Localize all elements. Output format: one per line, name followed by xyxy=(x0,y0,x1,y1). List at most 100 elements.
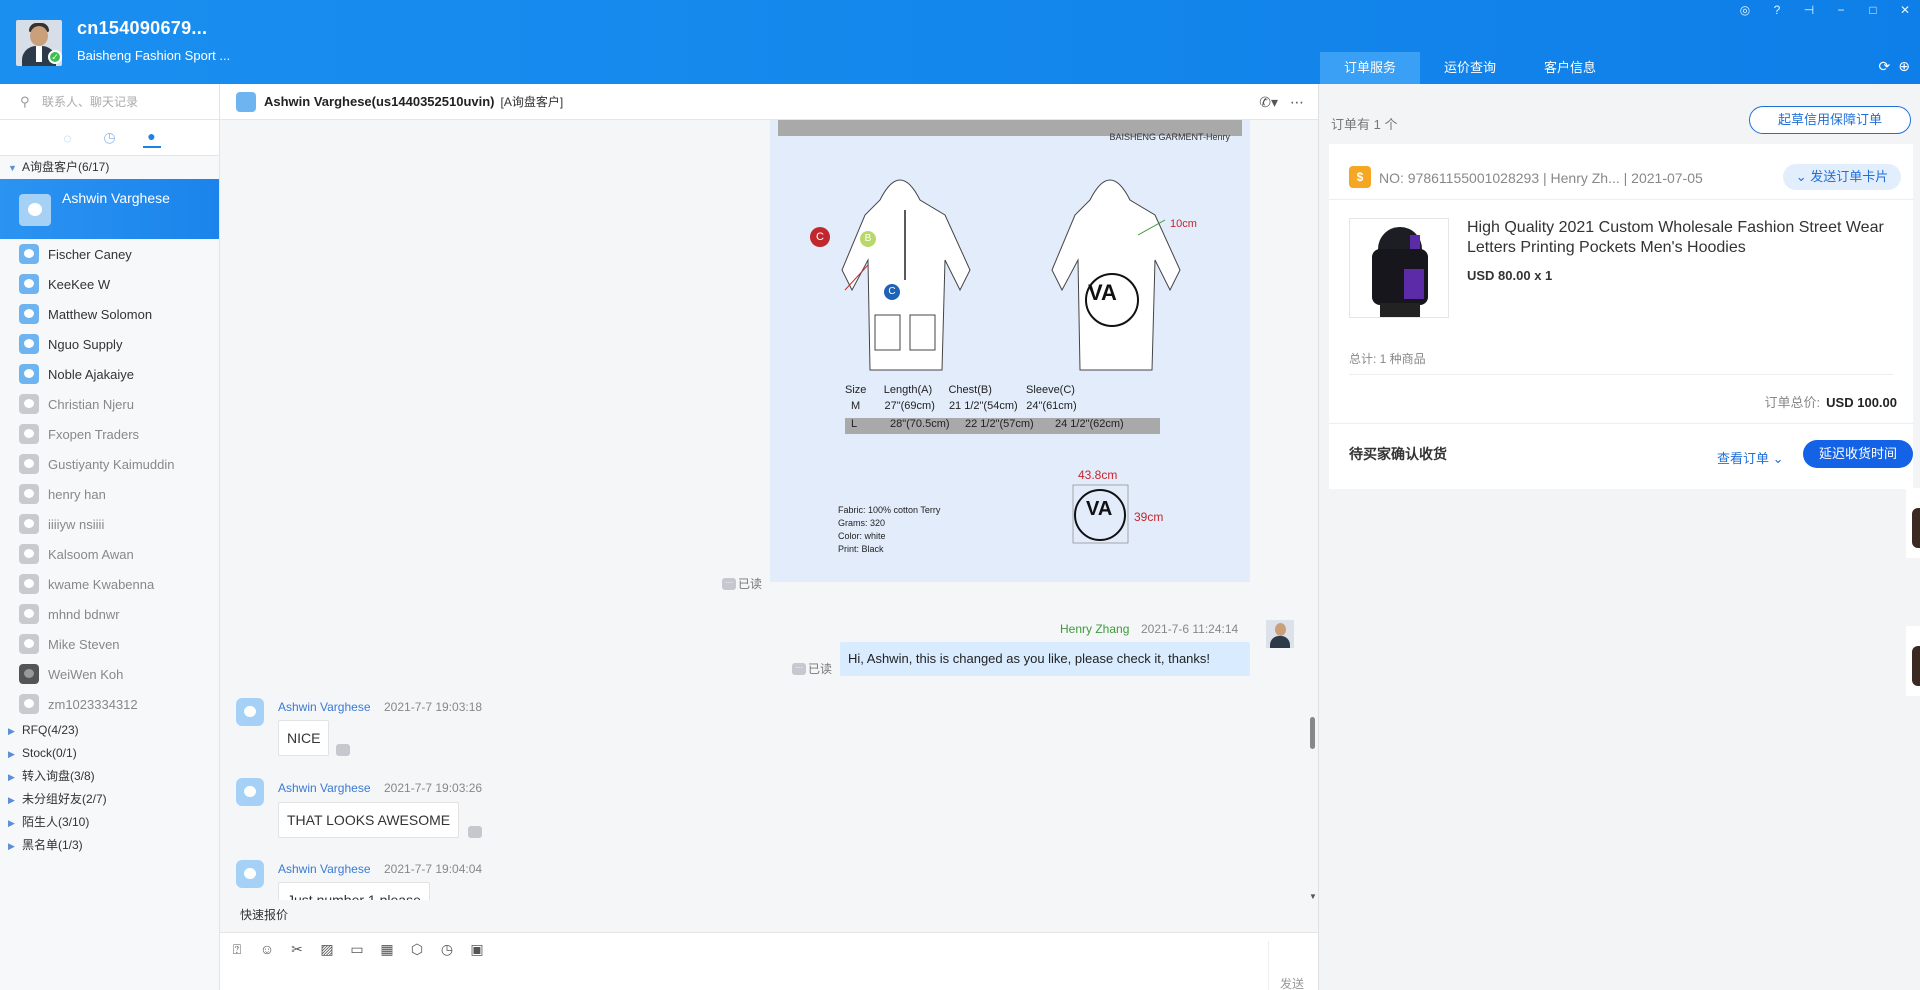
my-message-avatar xyxy=(1266,620,1294,648)
send-order-card-button[interactable]: ⌄ 发送订单卡片 xyxy=(1783,164,1901,190)
chat-contact-name: Ashwin Varghese(us1440352510uvin) xyxy=(264,94,495,109)
contact-item[interactable]: KeeKee W xyxy=(0,269,219,299)
my-company-name: Baisheng Fashion Sport ... xyxy=(77,48,231,63)
image-icon[interactable]: ▨ xyxy=(318,941,336,958)
incoming-bubble[interactable]: NICE xyxy=(278,720,330,756)
contact-item[interactable]: Nguo Supply xyxy=(0,329,219,359)
settings-icon[interactable]: ◎ xyxy=(1738,3,1752,17)
add-icon[interactable]: ⊕ xyxy=(1898,58,1910,75)
product-image[interactable] xyxy=(1349,218,1449,318)
floating-avatar[interactable] xyxy=(1906,626,1920,696)
contact-group-header[interactable]: ▶ 陌生人(3/10) xyxy=(0,811,219,834)
card-icon[interactable]: ▣ xyxy=(468,941,486,958)
message-list[interactable]: BAISHENG GARMENT-Henry C B C 10cm VA Siz… xyxy=(220,120,1318,900)
contact-group-header[interactable]: ▶ 黑名单(1/3) xyxy=(0,834,219,857)
contact-group-header[interactable]: ▶ 转入询盘(3/8) xyxy=(0,765,219,788)
search-bar[interactable]: ⚲ 联系人、聊天记录 xyxy=(0,84,219,120)
incoming-avatar xyxy=(236,698,264,726)
scroll-down-icon[interactable]: ▼ xyxy=(1309,892,1317,901)
contact-item[interactable]: Matthew Solomon xyxy=(0,299,219,329)
help-icon[interactable]: ? xyxy=(1770,3,1784,17)
dim-b-marker: B xyxy=(860,231,876,247)
contact-name: iiiiyw nsiiii xyxy=(48,516,105,532)
view-order-link[interactable]: 查看订单 ⌄ xyxy=(1717,448,1784,467)
contacts-tab-icon[interactable]: ● xyxy=(142,128,161,148)
delay-receipt-button[interactable]: 延迟收货时间 xyxy=(1803,440,1913,468)
contact-item[interactable]: henry han xyxy=(0,479,219,509)
contact-group-header[interactable]: ▶ Stock(0/1) xyxy=(0,742,219,765)
window-controls: ◎ ? ⊣ − □ ✕ xyxy=(1738,3,1912,17)
contact-avatar xyxy=(19,244,39,264)
message-menu-icon[interactable] xyxy=(468,826,482,838)
product-count: 总计: 1 种商品 xyxy=(1349,352,1426,366)
online-status-icon: ✓ xyxy=(48,50,62,64)
chat-contact-tag: [A询盘客户] xyxy=(500,95,564,109)
contact-item[interactable]: Kalsoom Awan xyxy=(0,539,219,569)
contact-item[interactable]: Mike Steven xyxy=(0,629,219,659)
contact-avatar xyxy=(19,604,39,624)
tab-customer-info[interactable]: 客户信息 xyxy=(1520,52,1620,84)
maximize-icon[interactable]: □ xyxy=(1866,3,1880,17)
tab-order-service[interactable]: 订单服务 xyxy=(1320,52,1420,84)
contact-avatar xyxy=(19,694,39,714)
contact-item[interactable]: Christian Njeru xyxy=(0,389,219,419)
close-icon[interactable]: ✕ xyxy=(1898,3,1912,17)
chat-header: Ashwin Varghese(us1440352510uvin) [A询盘客户… xyxy=(220,84,1318,120)
right-panel-tabs: 订单服务 运价查询 客户信息 xyxy=(1320,52,1620,84)
contact-avatar xyxy=(19,544,39,564)
scissors-icon[interactable]: ✂ xyxy=(288,941,306,958)
caret-right-icon: ▶ xyxy=(8,795,15,805)
chat-panel: Ashwin Varghese(us1440352510uvin) [A询盘客户… xyxy=(220,84,1318,990)
incoming-bubble[interactable]: THAT LOOKS AWESOME xyxy=(278,802,460,838)
search-input[interactable]: 联系人、聊天记录 xyxy=(42,93,138,110)
contact-avatar xyxy=(19,334,39,354)
contact-item[interactable]: Gustiyanty Kaimuddin xyxy=(0,449,219,479)
history-tab-icon[interactable]: ◷ xyxy=(101,129,119,146)
contact-item[interactable]: Fxopen Traders xyxy=(0,419,219,449)
quote-icon[interactable]: ⍰ xyxy=(228,941,246,958)
calculator-icon[interactable]: ▦ xyxy=(378,941,396,958)
contact-group-header[interactable]: ▶ 未分组好友(2/7) xyxy=(0,788,219,811)
call-icon[interactable]: ✆▾ xyxy=(1259,94,1278,111)
quick-quote-button[interactable]: 快速报价 xyxy=(240,906,288,923)
pin-icon[interactable]: ⊣ xyxy=(1802,3,1816,17)
contact-item[interactable]: Noble Ajakaiye xyxy=(0,359,219,389)
incoming-sender: Ashwin Varghese xyxy=(278,781,371,795)
dim-back-label: 10cm xyxy=(1170,218,1197,230)
product-title[interactable]: High Quality 2021 Custom Wholesale Fashi… xyxy=(1467,218,1887,258)
my-message-bubble[interactable]: Hi, Ashwin, this is changed as you like,… xyxy=(840,642,1250,676)
product-price: USD 80.00 x 1 xyxy=(1467,268,1553,283)
contact-group-header[interactable]: ▼ A询盘客户(6/17) xyxy=(0,156,219,179)
contact-item[interactable]: WeiWen Koh xyxy=(0,659,219,689)
chat-tab-icon[interactable]: ◌ xyxy=(59,130,77,146)
contact-name: Mike Steven xyxy=(48,636,120,652)
message-menu-icon[interactable] xyxy=(336,744,350,756)
minimize-icon[interactable]: − xyxy=(1834,3,1848,17)
emoji-icon[interactable]: ☺ xyxy=(258,941,276,958)
floating-avatar[interactable] xyxy=(1906,488,1920,558)
contact-group-header[interactable]: ▶ RFQ(4/23) xyxy=(0,719,219,742)
tab-freight-query[interactable]: 运价查询 xyxy=(1420,52,1520,84)
contact-item[interactable]: Fischer Caney xyxy=(0,239,219,269)
contact-item[interactable]: kwame Kwabenna xyxy=(0,569,219,599)
chat-scrollbar[interactable] xyxy=(1310,717,1315,749)
contact-avatar xyxy=(19,364,39,384)
my-account-name: cn154090679... xyxy=(77,18,208,38)
folder-icon[interactable]: ▭ xyxy=(348,941,366,958)
contact-item[interactable]: iiiiyw nsiiii xyxy=(0,509,219,539)
chat-contact-avatar xyxy=(236,91,256,112)
refresh-icon[interactable]: ⟳ xyxy=(1879,58,1891,75)
contact-item[interactable]: zm1023334312 xyxy=(0,689,219,719)
caret-right-icon: ▶ xyxy=(8,726,15,736)
incoming-bubble[interactable]: Just number 1 please xyxy=(278,882,430,900)
more-icon[interactable]: ⋯ xyxy=(1290,94,1304,111)
contact-item-selected[interactable]: Ashwin Varghese xyxy=(0,179,219,239)
clock-icon[interactable]: ◷ xyxy=(438,941,456,958)
contact-item[interactable]: mhnd bdnwr xyxy=(0,599,219,629)
send-button[interactable]: 发送 xyxy=(1280,975,1304,990)
caret-down-icon: ▼ xyxy=(8,163,17,173)
size-chart-image[interactable]: BAISHENG GARMENT-Henry C B C 10cm VA Siz… xyxy=(770,120,1250,582)
box-icon[interactable]: ⬡ xyxy=(408,941,426,958)
draft-order-button[interactable]: 起草信用保障订单 xyxy=(1749,106,1911,134)
contact-name: mhnd bdnwr xyxy=(48,606,120,622)
